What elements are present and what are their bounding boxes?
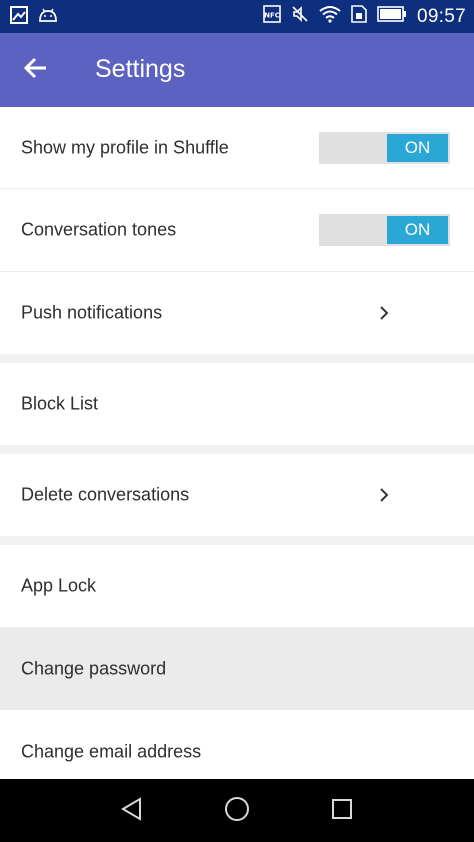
push-notifications-label: Push notifications	[21, 302, 163, 323]
show-profile-label: Show my profile in Shuffle	[21, 137, 229, 157]
android-icon	[38, 8, 58, 27]
back-triangle-icon	[119, 796, 145, 827]
home-circle-icon	[223, 795, 251, 828]
settings-row-delete-conversations[interactable]: Delete conversations	[0, 454, 474, 536]
settings-row-conversation-tones: Conversation tones ON	[0, 189, 474, 272]
settings-row-change-email[interactable]: Change email address	[0, 710, 474, 779]
chevron-right-icon	[374, 485, 394, 505]
app-lock-label: App Lock	[21, 575, 97, 596]
settings-row-change-password[interactable]: Change password	[0, 627, 474, 710]
change-password-label: Change password	[21, 658, 167, 678]
status-time: 09:57	[416, 5, 466, 27]
nfc-label: NFC	[264, 12, 280, 20]
status-right: NFC 09:57	[263, 0, 466, 33]
conversation-tones-label: Conversation tones	[21, 219, 177, 240]
battery-icon	[377, 6, 407, 27]
conversation-tones-toggle[interactable]: ON	[319, 214, 450, 246]
settings-row-block-list[interactable]: Block List	[0, 363, 474, 445]
change-email-label: Change email address	[21, 741, 202, 762]
navigation-bar	[0, 779, 474, 842]
status-bar: NFC 09:57	[0, 0, 474, 33]
app-bar: Settings	[0, 33, 474, 107]
settings-row-push-notifications[interactable]: Push notifications	[0, 272, 474, 354]
nav-home-button[interactable]	[219, 793, 255, 829]
nfc-icon: NFC	[263, 5, 281, 28]
chevron-right-icon	[374, 303, 394, 323]
section-divider	[0, 354, 474, 363]
nav-back-button[interactable]	[114, 793, 150, 829]
page-title: Settings	[95, 55, 186, 83]
block-list-label: Block List	[21, 393, 99, 414]
delete-conversations-label: Delete conversations	[21, 484, 190, 505]
section-divider	[0, 536, 474, 545]
nav-recents-button[interactable]	[324, 793, 360, 829]
back-button[interactable]	[14, 48, 58, 92]
settings-screen: NFC 09:57 Settings Show my profile in Sh…	[0, 0, 474, 842]
recents-square-icon	[330, 797, 354, 826]
settings-row-show-profile: Show my profile in Shuffle ON	[0, 107, 474, 189]
status-left	[10, 6, 58, 29]
toggle-on-label: ON	[387, 133, 448, 162]
settings-row-app-lock[interactable]: App Lock	[0, 545, 474, 627]
section-divider	[0, 445, 474, 454]
arrow-left-icon	[23, 55, 49, 86]
sim-icon	[351, 5, 367, 28]
show-profile-toggle[interactable]: ON	[319, 131, 450, 164]
gallery-icon	[10, 6, 28, 29]
toggle-on-label: ON	[387, 216, 448, 244]
wifi-icon	[319, 5, 341, 28]
silent-icon	[291, 5, 309, 28]
